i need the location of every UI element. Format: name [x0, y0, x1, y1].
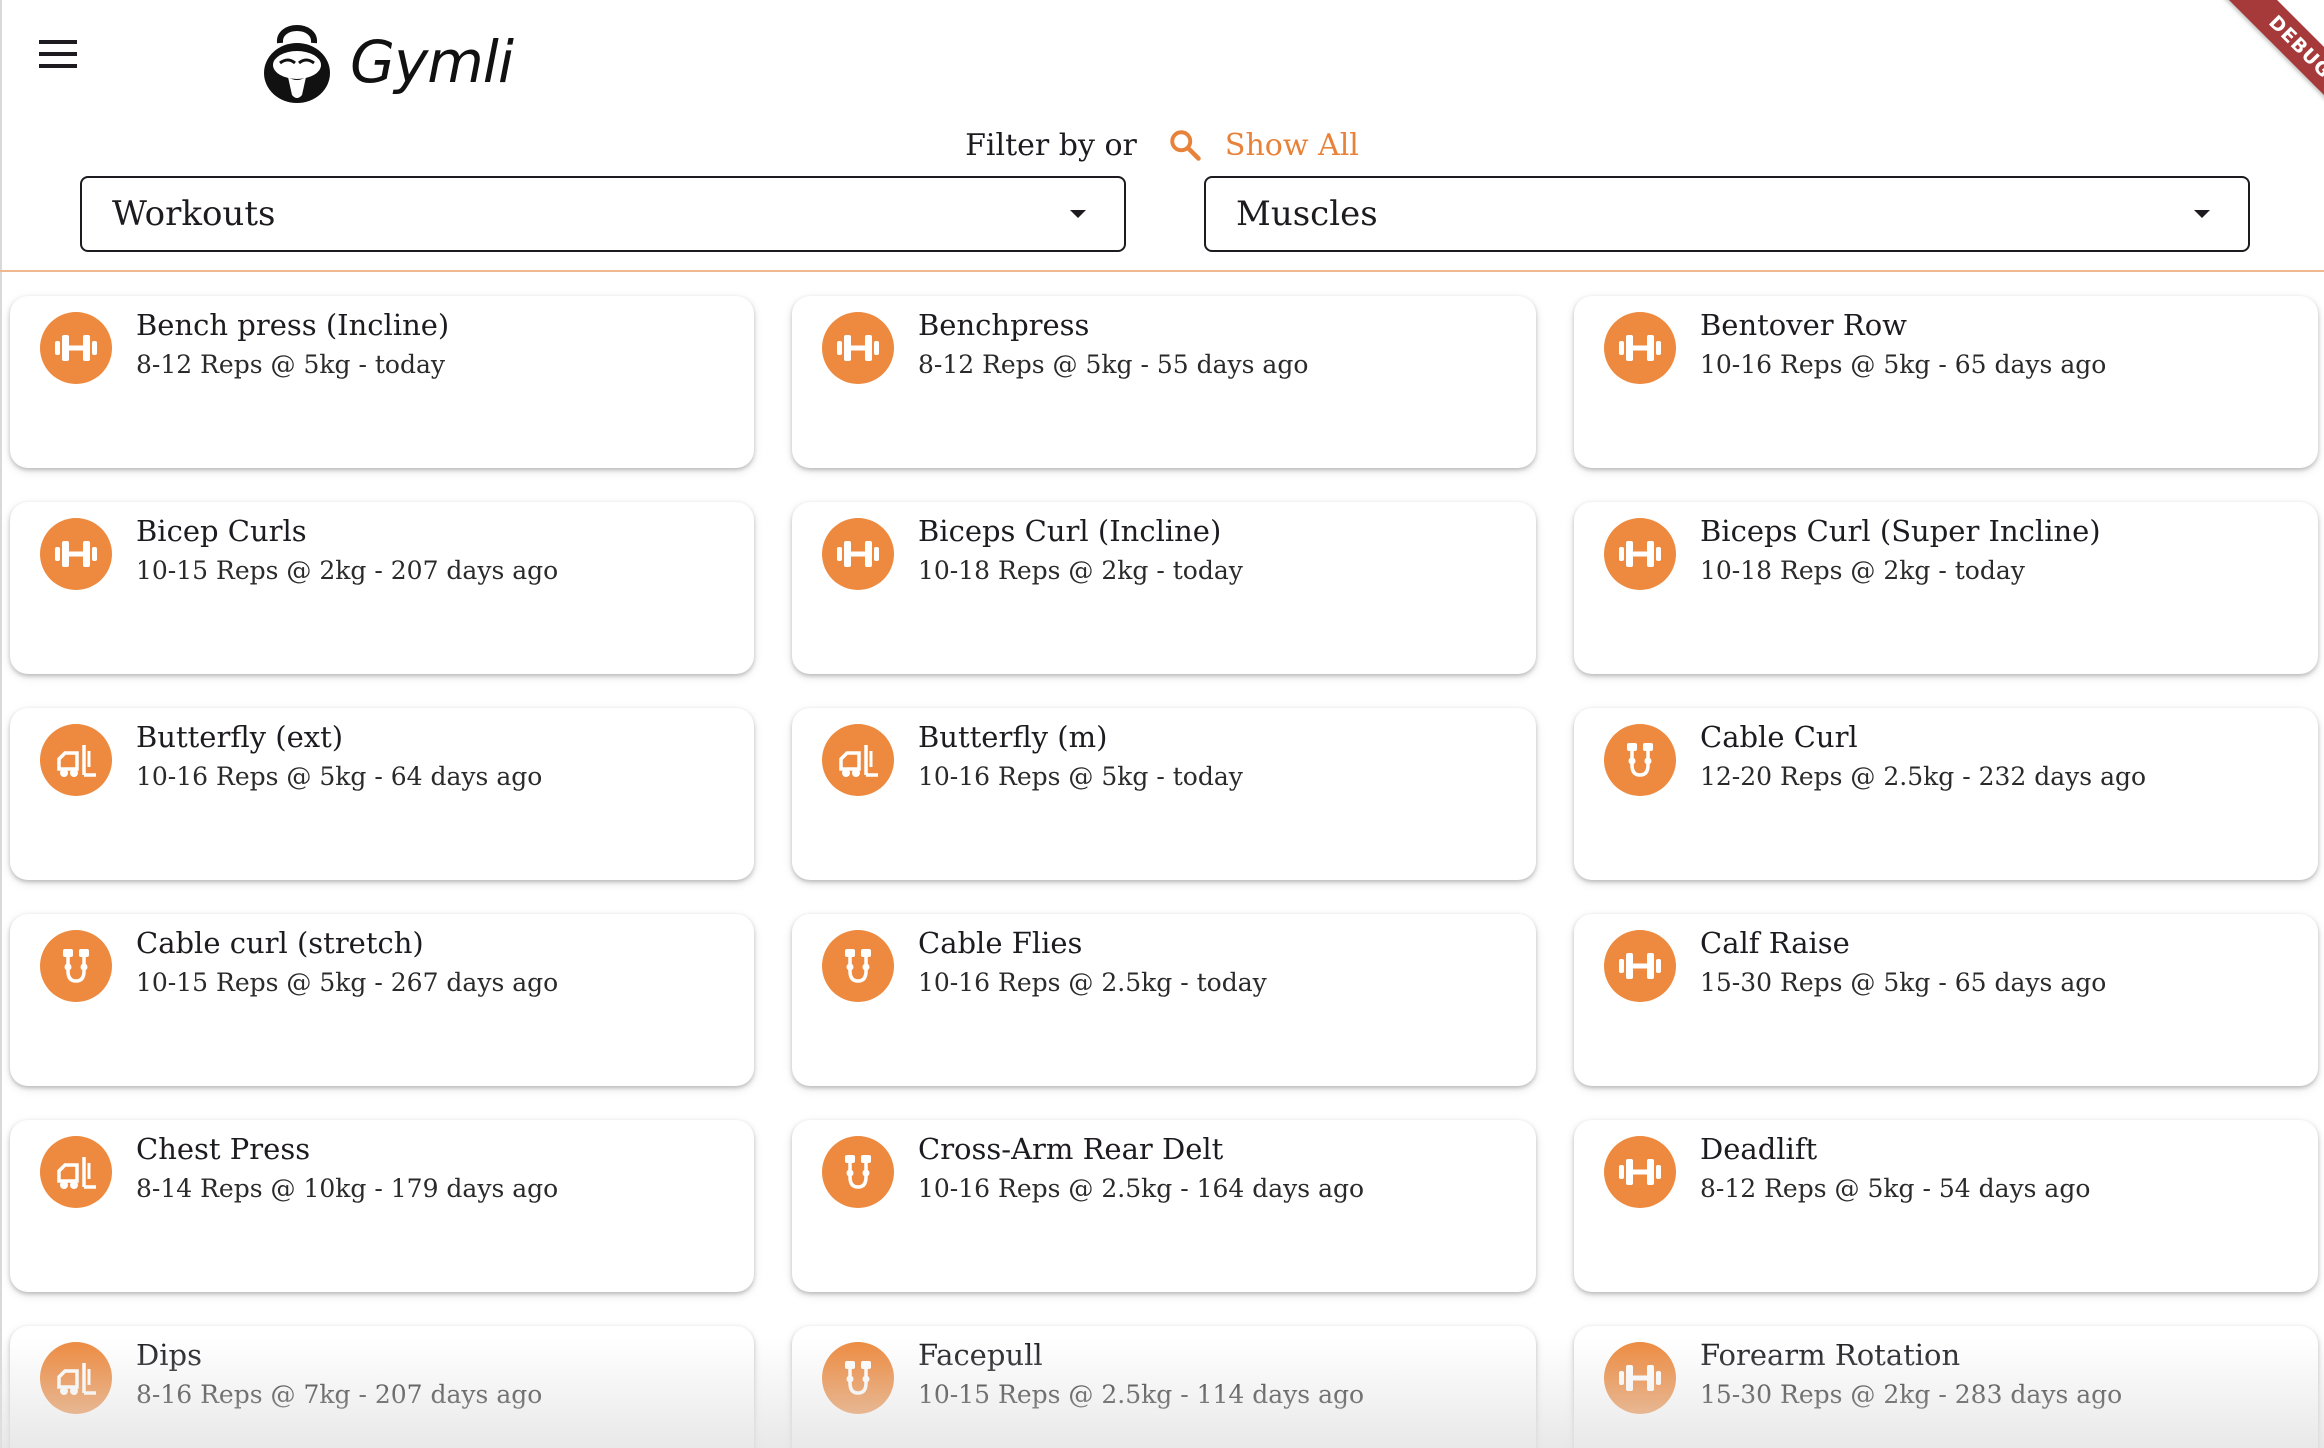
dumbbell-icon [1604, 518, 1676, 590]
exercise-card[interactable]: Dips 8-16 Reps @ 7kg - 207 days ago [10, 1326, 754, 1448]
exercise-name: Bicep Curls [136, 514, 307, 548]
machine-icon [40, 1136, 112, 1208]
search-icon [1170, 130, 1201, 161]
exercise-card[interactable]: Bentover Row 10-16 Reps @ 5kg - 65 days a… [1574, 296, 2318, 468]
machine-icon [822, 724, 894, 796]
exercise-name: Deadlift [1700, 1132, 1818, 1166]
exercise-detail: 10-16 Reps @ 5kg - 65 days ago [1700, 350, 2107, 379]
exercise-detail: 12-20 Reps @ 2.5kg - 232 days ago [1700, 762, 2147, 791]
filter-label: Filter by or [965, 127, 1137, 163]
exercise-card[interactable]: Butterfly (m) 10-16 Reps @ 5kg - today [792, 708, 1536, 880]
exercise-detail: 10-16 Reps @ 2.5kg - 164 days ago [918, 1174, 1365, 1203]
machine-icon [40, 1342, 112, 1414]
kettlebell-logo-icon [264, 25, 330, 103]
dumbbell-icon [1604, 930, 1676, 1002]
exercise-detail: 8-12 Reps @ 5kg - 55 days ago [918, 350, 1309, 379]
exercise-detail: 8-14 Reps @ 10kg - 179 days ago [136, 1174, 559, 1203]
exercise-detail: 8-12 Reps @ 5kg - 54 days ago [1700, 1174, 2091, 1203]
exercise-card[interactable]: Butterfly (ext) 10-16 Reps @ 5kg - 64 day… [10, 708, 754, 880]
workouts-dropdown-value: Workouts [112, 194, 276, 234]
dumbbell-icon [822, 312, 894, 384]
exercise-grid: Bench press (Incline) 8-12 Reps @ 5kg - t… [0, 272, 2324, 1448]
exercise-card[interactable]: Forearm Rotation 15-30 Reps @ 2kg - 283 d… [1574, 1326, 2318, 1448]
exercise-name: Butterfly (m) [918, 720, 1108, 754]
exercise-card[interactable]: Cable Curl 12-20 Reps @ 2.5kg - 232 days … [1574, 708, 2318, 880]
exercise-name: Bench press (Incline) [136, 308, 450, 342]
exercise-detail: 10-18 Reps @ 2kg - today [1700, 556, 2025, 585]
exercise-card[interactable]: Deadlift 8-12 Reps @ 5kg - 54 days ago [1574, 1120, 2318, 1292]
cable-icon [822, 930, 894, 1002]
cable-icon [822, 1136, 894, 1208]
app-root: Gymli DEBUG Filter by or Show All Workou… [0, 0, 2324, 1448]
dumbbell-icon [1604, 1342, 1676, 1414]
exercise-card[interactable]: Facepull 10-15 Reps @ 2.5kg - 114 days ag… [792, 1326, 1536, 1448]
exercise-card[interactable]: Chest Press 8-14 Reps @ 10kg - 179 days a… [10, 1120, 754, 1292]
app-title: Gymli [350, 28, 514, 96]
menu-icon [39, 40, 77, 68]
exercise-card[interactable]: Benchpress 8-12 Reps @ 5kg - 55 days ago [792, 296, 1536, 468]
exercise-detail: 10-16 Reps @ 5kg - 64 days ago [136, 762, 543, 791]
exercise-card[interactable]: Bicep Curls 10-15 Reps @ 2kg - 207 days a… [10, 502, 754, 674]
dumbbell-icon [1604, 312, 1676, 384]
exercise-name: Facepull [918, 1338, 1043, 1372]
exercise-detail: 15-30 Reps @ 5kg - 65 days ago [1700, 968, 2107, 997]
exercise-card[interactable]: Cable Flies 10-16 Reps @ 2.5kg - today [792, 914, 1536, 1086]
menu-button[interactable] [30, 26, 86, 82]
exercise-name: Cable Flies [918, 926, 1083, 960]
dumbbell-icon [40, 518, 112, 590]
chevron-down-icon [2194, 210, 2210, 218]
exercise-name: Biceps Curl (Incline) [918, 514, 1222, 548]
exercise-name: Cable Curl [1700, 720, 1858, 754]
exercise-detail: 8-12 Reps @ 5kg - today [136, 350, 445, 379]
filter-row: Filter by or Show All [0, 120, 2324, 170]
exercise-name: Biceps Curl (Super Incline) [1700, 514, 2101, 548]
exercise-name: Dips [136, 1338, 202, 1372]
exercise-card[interactable]: Biceps Curl (Super Incline) 10-18 Reps @ … [1574, 502, 2318, 674]
cable-icon [40, 930, 112, 1002]
machine-icon [40, 724, 112, 796]
exercise-detail: 8-16 Reps @ 7kg - 207 days ago [136, 1380, 543, 1409]
app-logo: Gymli [258, 12, 514, 112]
dumbbell-icon [40, 312, 112, 384]
exercise-card[interactable]: Cable curl (stretch) 10-15 Reps @ 5kg - 2… [10, 914, 754, 1086]
cable-icon [1604, 724, 1676, 796]
exercise-name: Bentover Row [1700, 308, 1908, 342]
show-all-label: Show All [1224, 127, 1359, 163]
exercise-detail: 10-15 Reps @ 2kg - 207 days ago [136, 556, 559, 585]
exercise-name: Butterfly (ext) [136, 720, 344, 754]
exercise-name: Forearm Rotation [1700, 1338, 1961, 1372]
app-bar: Gymli [0, 0, 2324, 120]
chevron-down-icon [1070, 210, 1086, 218]
cable-icon [822, 1342, 894, 1414]
dumbbell-icon [1604, 1136, 1676, 1208]
exercise-detail: 15-30 Reps @ 2kg - 283 days ago [1700, 1380, 2123, 1409]
exercise-card[interactable]: Calf Raise 15-30 Reps @ 5kg - 65 days ago [1574, 914, 2318, 1086]
exercise-card[interactable]: Biceps Curl (Incline) 10-18 Reps @ 2kg - … [792, 502, 1536, 674]
dumbbell-icon [822, 518, 894, 590]
exercise-detail: 10-18 Reps @ 2kg - today [918, 556, 1243, 585]
exercise-card[interactable]: Cross-Arm Rear Delt 10-16 Reps @ 2.5kg - … [792, 1120, 1536, 1292]
muscles-dropdown-value: Muscles [1236, 194, 1378, 234]
exercise-name: Benchpress [918, 308, 1090, 342]
workouts-dropdown[interactable]: Workouts [80, 176, 1126, 252]
show-all-button[interactable]: Show All [1167, 127, 1359, 163]
exercise-detail: 10-16 Reps @ 2.5kg - today [918, 968, 1267, 997]
exercise-card[interactable]: Bench press (Incline) 8-12 Reps @ 5kg - t… [10, 296, 754, 468]
exercise-detail: 10-15 Reps @ 5kg - 267 days ago [136, 968, 559, 997]
exercise-detail: 10-15 Reps @ 2.5kg - 114 days ago [918, 1380, 1365, 1409]
exercise-detail: 10-16 Reps @ 5kg - today [918, 762, 1243, 791]
muscles-dropdown[interactable]: Muscles [1204, 176, 2250, 252]
exercise-name: Calf Raise [1700, 926, 1850, 960]
exercise-name: Cross-Arm Rear Delt [918, 1132, 1224, 1166]
exercise-name: Chest Press [136, 1132, 311, 1166]
exercise-name: Cable curl (stretch) [136, 926, 424, 960]
